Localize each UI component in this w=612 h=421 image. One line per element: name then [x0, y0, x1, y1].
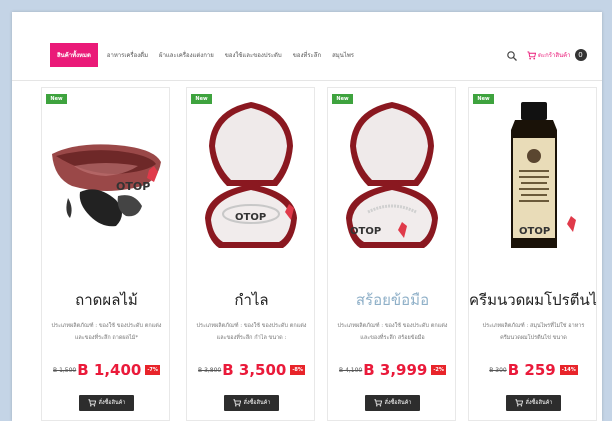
buy-button-label: สั่งซื้อสินค้า — [384, 400, 412, 406]
product-card-bangle[interactable]: New OTOP กำไล ประเภทผลิตภัณฑ์ : ของใช้ ข… — [186, 87, 315, 421]
price-row: B 1,500 B 1,400 -7% — [42, 361, 169, 379]
discount-badge: -8% — [290, 365, 305, 375]
product-name[interactable]: ถาดผลไม้ — [42, 288, 169, 312]
product-name[interactable]: ครีมนวดผมโปรตีนไข่ — [469, 288, 596, 312]
current-price: B 259 — [507, 361, 556, 379]
old-price: B 1,500 — [53, 366, 77, 374]
product-card-bracelet[interactable]: New OTOP สร้อยข้อมือ ประเภทผลิตภัณฑ์ : ข… — [327, 87, 456, 421]
product-description: ประเภทผลิตภัณฑ์ : ของใช้ ของประดับ ตกแต่… — [337, 323, 448, 341]
old-price: B 4,100 — [339, 366, 363, 374]
bangle-box-image: OTOP — [205, 102, 297, 248]
buy-button[interactable]: สั่งซื้อสินค้า — [506, 395, 561, 411]
fruit-tray-image: OTOP — [52, 144, 161, 227]
buy-button-label: สั่งซื้อสินค้า — [525, 400, 553, 406]
buy-button-label: สั่งซื้อสินค้า — [243, 400, 271, 406]
product-description: ประเภทผลิตภัณฑ์ : สมุนไพรที่ไม่ใช่ อาหาร… — [482, 323, 585, 341]
buy-button[interactable]: สั่งซื้อสินค้า — [224, 395, 279, 411]
product-image[interactable]: OTOP — [473, 100, 594, 250]
otop-logo: OTOP — [350, 226, 381, 237]
cart-icon — [373, 399, 382, 407]
cart-icon — [514, 399, 523, 407]
product-name[interactable]: สร้อยข้อมือ — [328, 288, 455, 312]
discount-badge: -14% — [559, 365, 578, 375]
product-image[interactable]: OTOP — [332, 100, 453, 250]
product-description: ประเภทผลิตภัณฑ์ : ของใช้ ของประดับ ตกแต่… — [51, 323, 162, 341]
product-card-hair-conditioner[interactable]: New OTOP ครีมนวดผมโปรตีนไข่ ประเภทผลิตภั… — [468, 87, 597, 421]
store-page: สินค้าทั้งหมด อาหารเครื่องดื่ม ผ้าและเคร… — [12, 12, 602, 421]
cart-icon — [232, 399, 241, 407]
product-card-fruit-tray[interactable]: New OTOP ถาดผลไม้ ประเภทผลิตภัณฑ์ : ของใ… — [41, 87, 170, 421]
cart-icon — [87, 399, 96, 407]
otop-logo: OTOP — [519, 226, 550, 237]
price-row: B 300 B 259 -14% — [469, 361, 596, 379]
discount-badge: -7% — [145, 365, 160, 375]
product-image[interactable]: OTOP — [191, 100, 312, 250]
otop-logo: OTOP — [235, 212, 266, 223]
product-name[interactable]: กำไล — [187, 288, 314, 312]
current-price: B 1,400 — [77, 361, 142, 379]
otop-logo: OTOP — [116, 180, 150, 193]
product-image[interactable]: OTOP — [46, 100, 167, 250]
current-price: B 3,999 — [363, 361, 428, 379]
current-price: B 3,500 — [222, 361, 287, 379]
old-price: B 300 — [489, 366, 507, 374]
old-price: B 3,800 — [198, 366, 222, 374]
buy-button-label: สั่งซื้อสินค้า — [98, 400, 126, 406]
bracelet-box-image: OTOP — [346, 102, 438, 248]
buy-button[interactable]: สั่งซื้อสินค้า — [79, 395, 134, 411]
product-grid: New OTOP ถาดผลไม้ ประเภทผลิตภัณฑ์ : ของใ… — [12, 12, 602, 421]
price-row: B 3,800 B 3,500 -8% — [187, 361, 314, 379]
buy-button[interactable]: สั่งซื้อสินค้า — [365, 395, 420, 411]
discount-badge: -2% — [431, 365, 446, 375]
product-description: ประเภทผลิตภัณฑ์ : ของใช้ ของประดับ ตกแต่… — [196, 323, 307, 341]
price-row: B 4,100 B 3,999 -2% — [328, 361, 455, 379]
conditioner-bottle-image: OTOP — [511, 102, 576, 248]
